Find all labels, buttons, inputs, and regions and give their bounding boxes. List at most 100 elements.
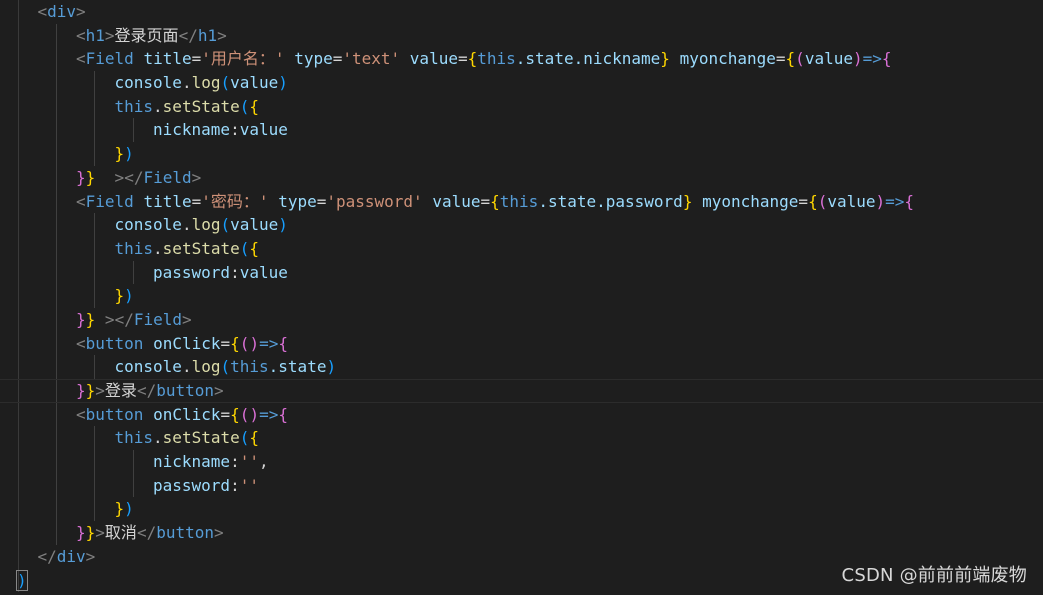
code-token: button xyxy=(156,523,214,543)
code-line[interactable]: <button onClick={()=>{ xyxy=(0,402,1043,427)
indent-guide xyxy=(94,426,95,451)
code-token: setState xyxy=(162,96,240,116)
code-token: ) xyxy=(249,333,260,353)
code-token: ) xyxy=(124,144,134,164)
code-token: { xyxy=(904,191,915,211)
code-token: } xyxy=(85,523,96,543)
code-token: ) xyxy=(124,499,134,519)
code-token: { xyxy=(881,49,892,69)
gutter-indicator xyxy=(18,473,19,498)
code-line[interactable]: }}>登录</button> xyxy=(0,379,1043,403)
code-line-content: <div> xyxy=(38,0,86,24)
code-line[interactable]: }) xyxy=(0,284,1043,308)
gutter-indicator xyxy=(18,0,19,24)
indent-guide xyxy=(132,450,134,474)
code-line[interactable]: }} ></Field> xyxy=(0,165,1043,190)
code-token: => xyxy=(259,404,279,424)
code-lines[interactable]: <div> <h1>登录页面</h1> <Field title='用户名：' ty… xyxy=(0,0,1043,593)
code-line[interactable]: nickname:value xyxy=(0,118,1043,143)
code-token: ) xyxy=(124,286,134,306)
gutter-indicator xyxy=(18,165,19,190)
code-token: log xyxy=(191,73,221,93)
code-token: => xyxy=(885,191,905,211)
code-editor[interactable]: <div> <h1>登录页面</h1> <Field title='用户名：' ty… xyxy=(0,0,1043,595)
code-line[interactable]: <Field title='密码：' type='password' value… xyxy=(0,189,1043,214)
code-line[interactable]: }}>取消</button> xyxy=(0,521,1043,545)
code-line-content: password:'' xyxy=(153,474,259,498)
code-line[interactable]: this.setState({ xyxy=(0,236,1043,261)
indent-guide xyxy=(94,450,95,474)
code-token: > xyxy=(114,167,125,187)
code-token: 'text' xyxy=(342,49,401,69)
code-token: value xyxy=(432,191,481,211)
code-token: title xyxy=(143,49,192,69)
code-line[interactable]: <h1>登录页面</h1> xyxy=(0,23,1043,48)
gutter-indicator xyxy=(18,23,19,48)
code-line[interactable]: <Field title='用户名：' type='text' value={t… xyxy=(0,47,1043,72)
code-line[interactable]: console.log(value) xyxy=(0,71,1043,95)
indent-guide xyxy=(55,450,57,474)
gutter-indicator xyxy=(18,189,19,214)
code-token: log xyxy=(191,215,221,235)
indent-guide xyxy=(55,94,57,119)
code-token: onClick xyxy=(153,404,221,424)
code-line[interactable]: console.log(this.state) xyxy=(0,355,1043,379)
code-line[interactable]: console.log(value) xyxy=(0,213,1043,237)
gutter-indicator xyxy=(18,118,19,143)
code-token: } xyxy=(682,191,693,211)
code-token: </ xyxy=(136,523,157,543)
code-line[interactable]: <div> xyxy=(0,0,1043,24)
indent-guide xyxy=(55,307,57,332)
code-token: </ xyxy=(124,167,144,187)
code-line[interactable]: password:'' xyxy=(0,473,1043,498)
code-token: ( xyxy=(239,428,250,448)
code-line[interactable]: <button onClick={()=>{ xyxy=(0,331,1043,356)
code-token: console xyxy=(114,357,182,377)
code-token: ) xyxy=(16,569,28,591)
code-token: this xyxy=(114,428,154,448)
code-token: log xyxy=(191,357,221,377)
code-line[interactable]: this.setState({ xyxy=(0,94,1043,119)
code-line[interactable]: }) xyxy=(0,142,1043,166)
gutter-indicator xyxy=(18,544,19,569)
code-token: . xyxy=(153,428,163,448)
code-line[interactable]: }) xyxy=(0,497,1043,522)
code-token: 'password' xyxy=(326,191,423,211)
code-line[interactable]: nickname:'', xyxy=(0,450,1043,474)
code-token: ) xyxy=(326,357,337,377)
code-token: { xyxy=(490,191,500,211)
code-token: this xyxy=(114,238,154,258)
code-line-content: nickname:'', xyxy=(153,450,269,474)
indent-guide xyxy=(55,23,57,48)
code-token: Field xyxy=(85,191,134,211)
code-token: this xyxy=(230,357,269,377)
code-token: = xyxy=(191,49,202,69)
code-line-content: this.setState({ xyxy=(115,95,260,119)
code-token: . xyxy=(181,357,192,377)
gutter-indicator xyxy=(18,284,19,308)
code-token: 登录 xyxy=(104,381,137,400)
code-token: this xyxy=(499,191,539,211)
code-token: = xyxy=(775,49,786,69)
code-line-content: }} ></Field> xyxy=(76,166,201,190)
code-line[interactable]: this.setState({ xyxy=(0,426,1043,451)
code-token: ( xyxy=(239,333,250,353)
code-line[interactable]: }} ></Field> xyxy=(0,307,1043,332)
indent-guide xyxy=(94,142,95,166)
code-token: > xyxy=(85,546,96,566)
code-token: </ xyxy=(114,309,134,329)
code-token: => xyxy=(862,49,882,69)
indent-guide xyxy=(55,71,57,95)
code-token: value xyxy=(804,49,853,69)
code-token: { xyxy=(249,428,260,448)
code-line[interactable]: password:value xyxy=(0,260,1043,285)
code-token: : xyxy=(230,262,240,282)
code-token: } xyxy=(85,381,96,400)
code-token: } xyxy=(85,309,96,329)
indent-guide xyxy=(55,165,57,190)
